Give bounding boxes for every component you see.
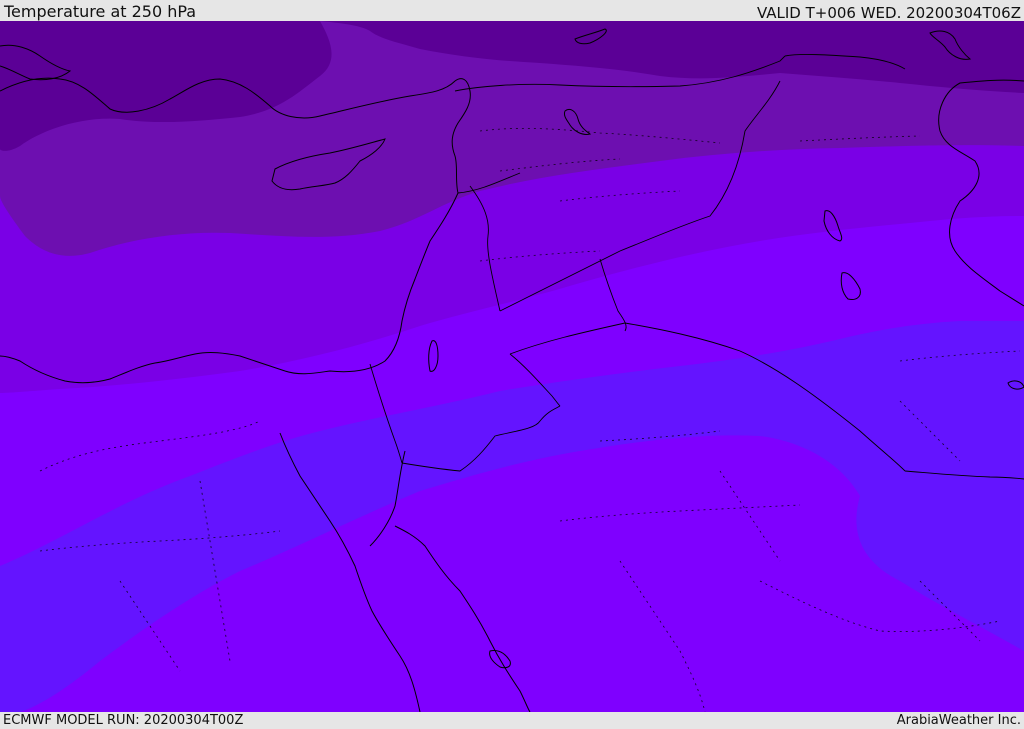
map-header: Temperature at 250 hPa VALID T+006 WED. … — [0, 0, 1024, 21]
temperature-map — [0, 21, 1024, 712]
valid-time: VALID T+006 WED. 20200304T06Z — [756, 4, 1021, 22]
model-run: ECMWF MODEL RUN: 20200304T00Z — [3, 713, 244, 728]
map-area[interactable] — [0, 21, 1024, 712]
map-footer: ECMWF MODEL RUN: 20200304T00Z ArabiaWeat… — [0, 712, 1024, 729]
credit-label: ArabiaWeather Inc. — [896, 713, 1021, 728]
map-title: Temperature at 250 hPa — [4, 2, 197, 21]
